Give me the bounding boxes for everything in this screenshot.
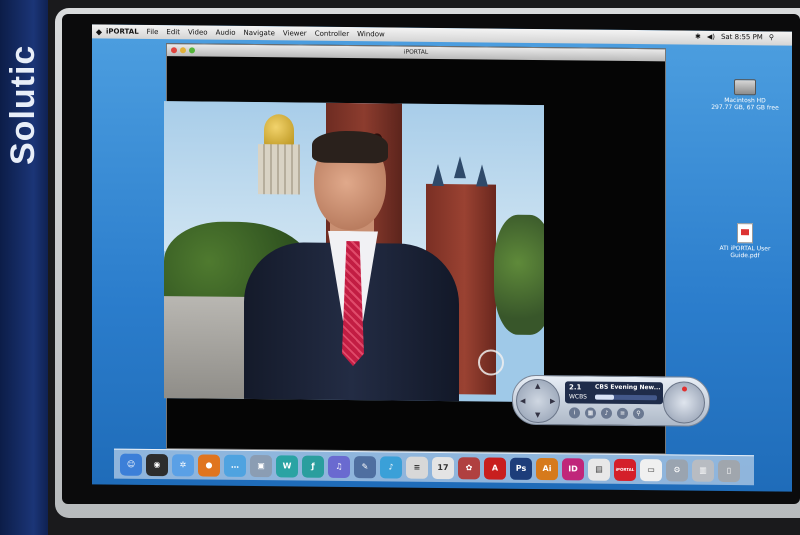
- booth-banner: Solutic: [0, 0, 48, 535]
- photoshop-icon[interactable]: Ps: [510, 457, 532, 480]
- menu-edit[interactable]: Edit: [166, 28, 180, 36]
- spotlight-icon[interactable]: ⚲: [769, 33, 774, 41]
- menu-audio[interactable]: Audio: [216, 29, 236, 37]
- flash-icon[interactable]: ƒ: [302, 455, 324, 478]
- menu-navigate[interactable]: Navigate: [243, 29, 274, 37]
- menu-video[interactable]: Video: [188, 28, 208, 36]
- dreamweaver-icon[interactable]: W: [276, 454, 298, 477]
- acrobat-icon[interactable]: A: [484, 456, 506, 480]
- finder-icon[interactable]: ☺: [120, 453, 142, 476]
- tv-video-frame[interactable]: [164, 101, 544, 403]
- menu-window[interactable]: Window: [357, 30, 385, 38]
- textedit-icon[interactable]: ≡: [406, 456, 428, 479]
- menu-controller[interactable]: Controller: [315, 30, 349, 38]
- minimize-icon[interactable]: [180, 47, 186, 54]
- desktop-icon-hd[interactable]: Macintosh HD 297.77 GB, 67 GB free: [710, 79, 780, 112]
- music-icon[interactable]: ♪: [380, 455, 402, 479]
- preview-icon[interactable]: ▣: [250, 454, 272, 477]
- zoom-icon[interactable]: [189, 47, 195, 54]
- pdf-label: ATI iPORTAL User Guide.pdf: [719, 244, 771, 260]
- audio-icon[interactable]: ♪: [601, 407, 612, 419]
- hd-sublabel: 297.77 GB, 67 GB free: [711, 103, 779, 112]
- menu-app-name[interactable]: iPORTAL: [106, 27, 139, 35]
- illustrator-icon[interactable]: Ai: [536, 457, 558, 480]
- video-trees-right: [494, 214, 544, 336]
- close-icon[interactable]: [171, 47, 177, 54]
- channel-display: 2.1 WCBS CBS Evening New...: [565, 381, 663, 405]
- news-anchor: [244, 130, 459, 403]
- quill-icon[interactable]: ✎: [354, 455, 376, 478]
- remote-control: ▲ ▼ ◀ ▶ 2.1 WCBS CBS Evening New... i ▦ …: [512, 374, 710, 427]
- document-icon[interactable]: ▭: [640, 458, 662, 481]
- program-progress: [595, 394, 657, 401]
- arrow-down-icon[interactable]: ▼: [535, 411, 540, 419]
- pages-icon[interactable]: ▤: [588, 458, 610, 481]
- firefox-icon[interactable]: ●: [198, 453, 220, 477]
- arrow-left-icon[interactable]: ◀: [520, 397, 525, 405]
- guide-icon[interactable]: ▦: [585, 407, 596, 419]
- navigation-pad[interactable]: ▲ ▼ ◀ ▶: [516, 378, 560, 424]
- apple-menu-icon[interactable]: ◆: [92, 27, 106, 36]
- bluetooth-icon[interactable]: ✱: [695, 33, 701, 41]
- record-list-icon[interactable]: ≡: [617, 407, 628, 419]
- volume-icon[interactable]: ◀): [707, 33, 715, 41]
- pdf-icon: [737, 223, 753, 244]
- arrow-up-icon[interactable]: ▲: [535, 382, 540, 390]
- mac-desktop: ◆ iPORTAL File Edit Video Audio Navigate…: [92, 24, 792, 492]
- iportal-icon[interactable]: iPORTAL: [614, 458, 636, 481]
- clock[interactable]: Sat 8:55 PM: [721, 33, 763, 41]
- menu-file[interactable]: File: [147, 28, 159, 36]
- hard-drive-icon: [734, 79, 756, 96]
- playback-knob[interactable]: [663, 381, 705, 424]
- search-icon[interactable]: ⚲: [633, 408, 644, 420]
- menu-viewer[interactable]: Viewer: [283, 29, 307, 37]
- record-icon[interactable]: [682, 386, 687, 392]
- cbs-logo-icon: [478, 349, 504, 376]
- dashboard-icon[interactable]: ◉: [146, 453, 168, 476]
- arrow-right-icon[interactable]: ▶: [550, 397, 555, 405]
- channel-callsign: WCBS: [569, 393, 587, 401]
- channel-number: 2.1: [569, 383, 582, 392]
- system-prefs-icon[interactable]: ⚙: [666, 458, 688, 482]
- ical-icon[interactable]: 17: [432, 456, 454, 479]
- spire: [476, 164, 488, 187]
- ichat-icon[interactable]: …: [224, 454, 246, 477]
- window-title: iPORTAL: [403, 48, 429, 56]
- drive-icon[interactable]: ▥: [692, 459, 714, 482]
- remote-buttons: i ▦ ♪ ≡ ⚲: [569, 407, 644, 420]
- dock: ☺ ◉ ✲ ●… ▣ Wƒ ♫ ✎ ♪ ≡ 17 ✿ A Ps Ai ID ▤ iPORTAL ▭ ⚙ ▥ ▯: [114, 448, 754, 486]
- info-icon[interactable]: i: [569, 407, 580, 419]
- safari-icon[interactable]: ✲: [172, 453, 194, 476]
- window-controls: [171, 47, 195, 54]
- itunes-icon[interactable]: ♫: [328, 455, 350, 478]
- banner-text: Solutic: [4, 44, 42, 165]
- menu-extras: ✱ ◀) Sat 8:55 PM ⚲: [695, 33, 774, 42]
- trash-icon[interactable]: ▯: [718, 459, 740, 482]
- desktop-icon-pdf[interactable]: ATI iPORTAL User Guide.pdf: [710, 223, 780, 260]
- program-title: CBS Evening New...: [595, 383, 661, 392]
- indesign-icon[interactable]: ID: [562, 457, 584, 480]
- window-titlebar[interactable]: iPORTAL: [167, 44, 665, 62]
- photo-icon[interactable]: ✿: [458, 456, 480, 479]
